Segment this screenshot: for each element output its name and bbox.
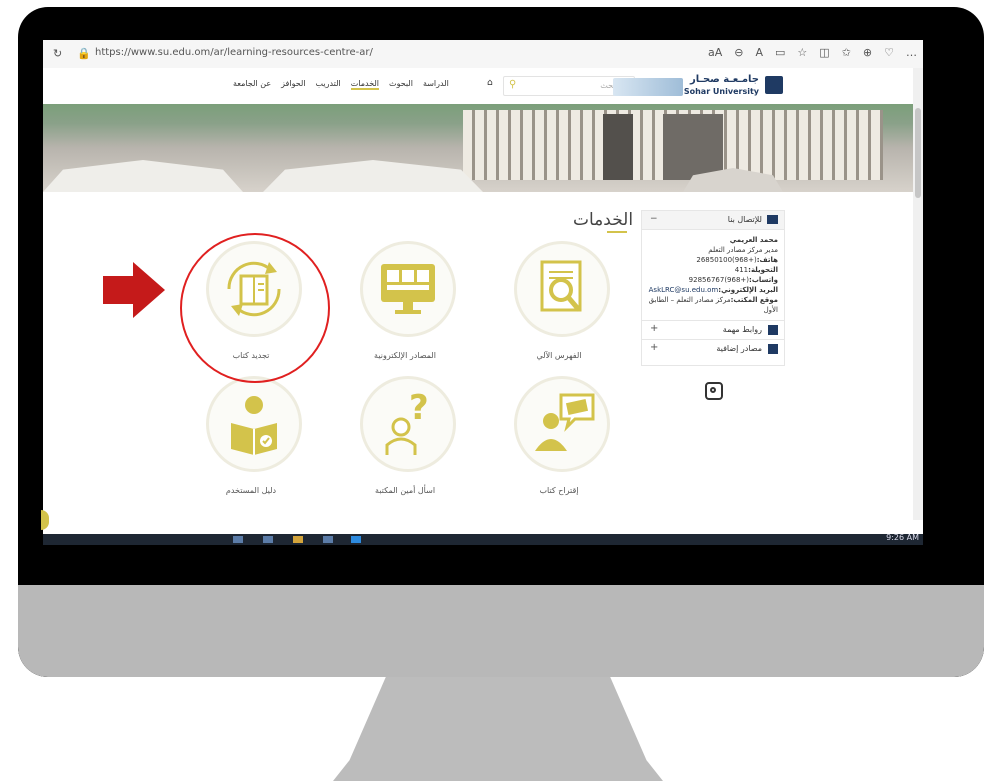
university-mark-icon [765,76,783,94]
contact-header[interactable]: للإتصال بنا − [642,211,784,230]
contact-card-icon [767,215,778,224]
nav-item-research[interactable]: البحوث [389,79,413,90]
services-title: الخدمات [573,210,634,230]
svg-text:?: ? [409,388,429,428]
monitor-chin [18,585,984,677]
contact-title: للإتصال بنا [727,215,762,224]
os-taskbar: 9:26 AM [43,533,923,545]
contact-details: محمد العريمي مدير مركز مصادر التعلم هاتف… [642,230,784,320]
external-link-icon [768,325,778,335]
favorites-icon[interactable]: ✩ [842,46,851,59]
favorite-icon[interactable]: ☆ [797,46,807,59]
site-header: الدراسة البحوث الخدمات التدريب الحوافز ع… [43,68,923,104]
whatsapp-value: (+968)92856767 [688,276,750,284]
user-guide-icon[interactable] [206,376,302,472]
additional-resources-row[interactable]: مصادر إضافية + [642,339,784,358]
contact-position: مدير مركز مصادر التعلم [708,246,778,254]
partner-logo [613,78,683,96]
phone-label: هاتف: [756,256,778,264]
expand-icon[interactable]: + [650,342,658,353]
reading-view-icon[interactable]: aA [708,46,722,59]
service-user-guide[interactable]: دليل المستخدم [181,376,321,496]
ext-value: 411 [734,266,749,274]
ask-librarian-icon[interactable]: ? [360,376,456,472]
e-resources-monitor-icon[interactable] [360,241,456,337]
taskbar-folder-icon[interactable] [293,536,303,543]
nav-item-study[interactable]: الدراسة [423,79,449,90]
service-label: إقتراح كتاب [539,486,579,495]
nav-item-about[interactable]: عن الجامعة [233,79,271,90]
nav-item-training[interactable]: التدريب [316,79,341,90]
service-ask-librarian[interactable]: ? اسأل أمين المكتبة [335,376,475,496]
browser-address-bar: ↻ 🔒 https://www.su.edu.om/ar/learning-re… [43,40,923,69]
service-catalog[interactable]: الفهرس الآلي [489,241,629,361]
instagram-icon[interactable] [705,382,723,400]
important-links-row[interactable]: روابط مهمة + [642,320,784,339]
url-field[interactable]: https://www.su.edu.om/ar/learning-resour… [95,47,373,58]
ext-label: التحويلة: [748,266,778,274]
resources-icon [768,344,778,354]
hero-tent-1 [43,160,243,192]
suggest-book-icon[interactable] [514,376,610,472]
monitor-stand [333,677,663,781]
scrollbar-thumb[interactable] [915,108,921,198]
service-suggest-book[interactable]: إقتراح كتاب [489,376,629,496]
collections-icon[interactable]: ⊕ [863,46,872,59]
email-label: البريد الإلكتروني: [718,286,778,294]
logo-arabic: جامـعـة صحـار [690,74,759,85]
contact-panel: للإتصال بنا − محمد العريمي مدير مركز مصا… [641,210,785,366]
contact-name: محمد العريمي [729,236,778,244]
email-link[interactable]: AskLRC@su.edu.om [649,286,719,294]
red-arrow-icon [103,262,165,318]
nav-item-incentives[interactable]: الحوافز [281,79,305,90]
browser-toolbar: aA ⊖ A ▭ ☆ ◫ ✩ ⊕ ♡ … [708,46,917,59]
taskbar-browser-icon[interactable] [351,536,361,543]
service-label: اسأل أمين المكتبة [374,486,436,495]
whatsapp-label: واتساب: [749,276,778,284]
site-logo[interactable]: جامـعـة صحـار Sohar University [613,72,783,100]
page-scrollbar[interactable] [913,68,923,520]
hero-banner [43,104,923,192]
taskbar-app-icon[interactable] [263,536,273,543]
taskbar-app-icon[interactable] [233,536,243,543]
read-aloud-icon[interactable]: A [755,46,763,59]
taskbar-clock: 9:26 AM [886,533,919,542]
hero-tent-2 [263,160,483,192]
service-label: المصادر الإلكترونية [374,351,436,360]
zoom-icon[interactable]: ⊖ [734,46,743,59]
hero-doorway-2 [663,114,723,180]
browser-screen: ↻ 🔒 https://www.su.edu.om/ar/learning-re… [43,40,923,545]
sidebar-icon[interactable]: ◫ [819,46,829,59]
highlight-circle [180,233,330,383]
service-label: الفهرس الآلي [536,351,582,360]
service-e-resources[interactable]: المصادر الإلكترونية [335,241,475,361]
important-links-label: روابط مهمة [722,325,762,334]
nav-item-services[interactable]: الخدمات [350,79,380,90]
refresh-icon[interactable]: ↻ [53,47,62,60]
logo-english: Sohar University [683,87,759,96]
search-icon[interactable]: ⚲ [509,79,516,90]
collapse-icon[interactable]: − [650,214,658,224]
home-icon[interactable]: ⌂ [487,78,493,88]
lock-icon[interactable]: 🔒 [77,47,91,60]
main-nav: الدراسة البحوث الخدمات التدريب الحوافز ع… [233,79,449,90]
office-label: موقع المكتب: [730,296,778,304]
additional-resources-label: مصادر إضافية [716,344,762,353]
hero-doorway [603,114,633,180]
expand-icon[interactable]: + [650,323,658,334]
extensions-icon[interactable]: ♡ [884,46,894,59]
catalog-search-icon[interactable] [514,241,610,337]
service-label: دليل المستخدم [225,486,277,495]
phone-value: (+968)26850100 [696,256,757,264]
title-underline [607,231,627,233]
more-icon[interactable]: … [906,46,917,59]
taskbar-app-icon[interactable] [323,536,333,543]
split-icon[interactable]: ▭ [775,46,785,59]
